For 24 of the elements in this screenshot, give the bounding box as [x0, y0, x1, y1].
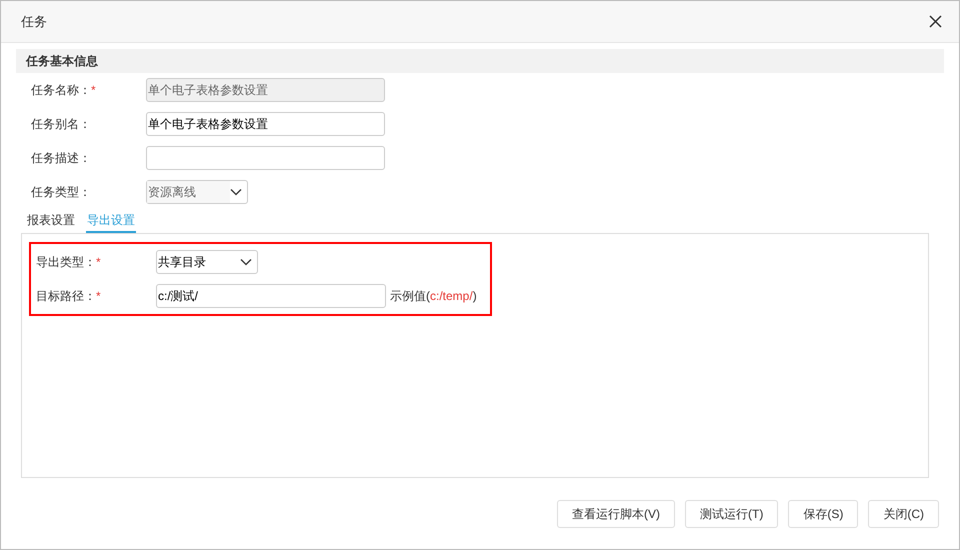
field-label: 目标路径： — [36, 288, 96, 305]
text-field[interactable]: 单个电子表格参数设置 — [146, 112, 385, 136]
dropdown[interactable]: 共享目录 — [156, 250, 258, 274]
field-label: 任务别名： — [31, 116, 91, 133]
dialog-button[interactable]: 保存(S) — [788, 500, 858, 528]
close-icon[interactable] — [929, 15, 942, 28]
text-field[interactable] — [146, 146, 385, 170]
field-label: 任务类型： — [31, 184, 91, 201]
required-mark: * — [96, 254, 101, 271]
window-title: 任务 — [21, 12, 47, 31]
field-label: 任务描述： — [31, 150, 91, 167]
dialog-button[interactable]: 测试运行(T) — [685, 500, 778, 528]
example-hint: 示例值(c:/temp/) — [390, 288, 477, 305]
tab[interactable]: 报表设置 — [26, 211, 76, 233]
chevron-down-icon — [230, 188, 242, 196]
section-header: 任务基本信息 — [16, 49, 944, 73]
dialog-button[interactable]: 查看运行脚本(V) — [557, 500, 675, 528]
required-mark: * — [96, 288, 101, 305]
chevron-down-icon — [240, 258, 252, 266]
field-label: 任务名称： — [31, 82, 91, 99]
dialog-button[interactable]: 关闭(C) — [868, 500, 939, 528]
text-field[interactable]: c:/测试/ — [156, 284, 386, 308]
required-mark: * — [91, 82, 96, 99]
field-label: 导出类型： — [36, 254, 96, 271]
